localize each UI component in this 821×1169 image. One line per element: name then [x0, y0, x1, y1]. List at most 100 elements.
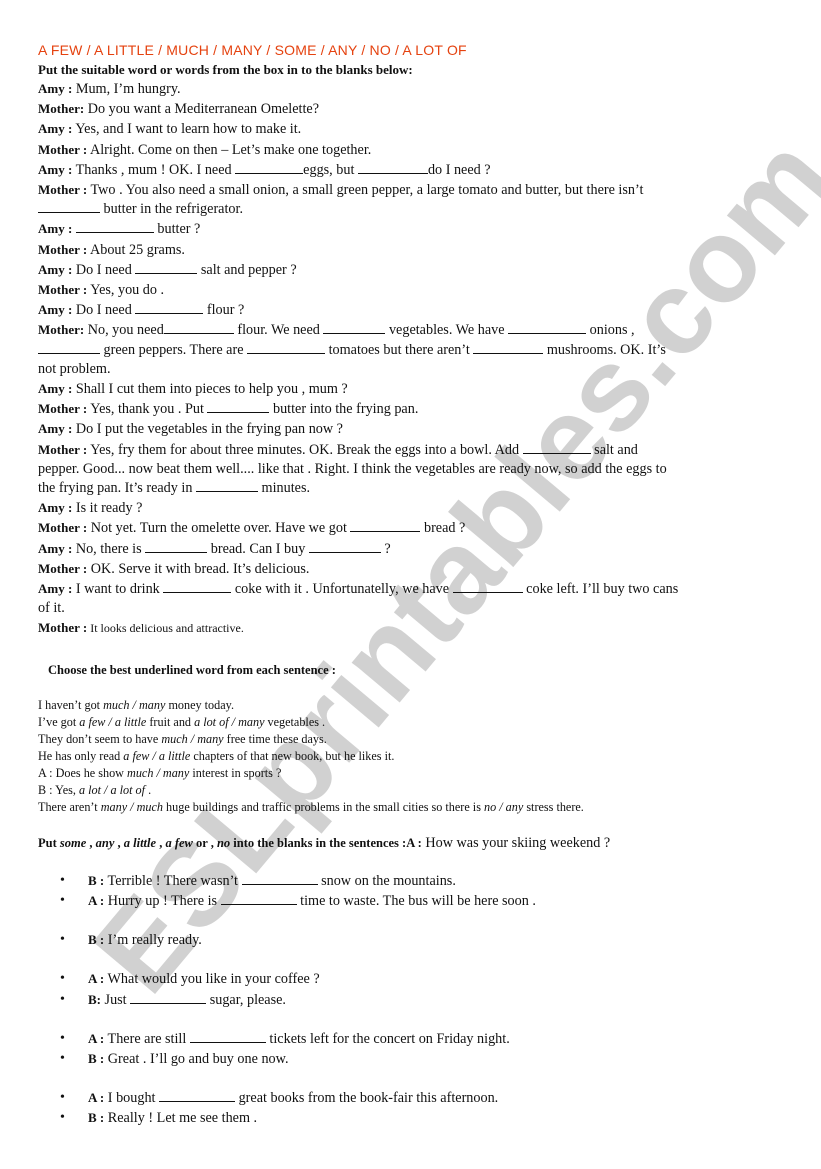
speaker-label: Mother : [38, 520, 88, 536]
choice-options[interactable]: a lot of / many [194, 715, 264, 729]
answer-blank[interactable] [163, 580, 232, 594]
choice-sentence: B : Yes, a lot / a lot of . [38, 782, 783, 799]
item-text: I bought [104, 1090, 160, 1107]
answer-blank[interactable] [189, 1030, 266, 1043]
sentence-text: . [145, 782, 152, 797]
speaker-label: Amy : [38, 302, 73, 318]
answer-blank[interactable] [473, 341, 544, 354]
answer-blank[interactable] [130, 991, 207, 1004]
dialogue-line: Mother : Alright. Come on then – Let’s m… [38, 140, 783, 160]
dialogue-text: About 25 grams. [87, 241, 185, 258]
answer-blank[interactable] [220, 892, 297, 905]
answer-blank[interactable] [163, 321, 234, 335]
dialogue-text: Do I put the vegetables in the frying pa… [72, 421, 343, 438]
option-word: some [59, 835, 87, 850]
dialogue-text: ? [380, 540, 391, 557]
choice-options[interactable]: much / many [127, 766, 189, 780]
answer-blank[interactable] [323, 321, 386, 335]
item-text: sugar, please. [206, 991, 286, 1008]
dialogue-text: butter ? [153, 221, 201, 238]
item-text: What would you like in your coffee ? [104, 971, 320, 988]
choice-options[interactable]: a few / a little [79, 715, 146, 729]
sentence-text: vegetables . [264, 714, 326, 729]
speaker-label: Mother : [38, 241, 88, 257]
dialogue-line: Amy : I want to drink coke with it . Unf… [38, 579, 783, 599]
answer-blank[interactable] [508, 321, 587, 335]
instruction-text: Put [38, 835, 60, 850]
choose-sentences: I haven’t got much / many money today. I’… [38, 697, 783, 816]
dialogue-text: butter into the frying pan. [269, 401, 419, 418]
answer-blank[interactable] [159, 1089, 236, 1103]
choice-sentence: I’ve got a few / a little fruit and a lo… [38, 714, 783, 731]
item-text: tickets left for the concert on Friday n… [265, 1030, 510, 1047]
exercise-item: A : There are still tickets left for the… [60, 1029, 783, 1049]
dialogue-text: bread ? [420, 520, 466, 537]
speaker-label: Mother : [38, 401, 88, 417]
item-text: Really ! Let me see them . [104, 1110, 258, 1127]
section3-instruction: Put some , any , a little , a few or , n… [38, 834, 783, 853]
answer-blank[interactable] [357, 161, 428, 174]
dialogue-text: Do I need [72, 302, 136, 319]
option-word: a few [165, 835, 193, 850]
dialogue-line: Amy : Thanks , mum ! OK. I need eggs, bu… [38, 160, 783, 180]
choice-options[interactable]: much / many [161, 732, 223, 746]
answer-blank[interactable] [135, 261, 198, 274]
sentence-text: chapters of that new book, but he likes … [190, 748, 395, 763]
answer-blank[interactable] [241, 872, 318, 885]
dialogue-line: not problem. [38, 360, 783, 379]
sentence-text: He has only read [38, 748, 124, 763]
item-text: There are still [104, 1030, 190, 1047]
dialogue-line: pepper. Good... now beat them well.... l… [38, 460, 783, 479]
dialogue-line: Mother : Two . You also need a small oni… [38, 180, 783, 200]
dialogue-line: Amy : Is it ready ? [38, 498, 783, 518]
answer-blank[interactable] [235, 161, 304, 174]
section2-instruction: Choose the best underlined word from eac… [48, 662, 336, 677]
answer-blank[interactable] [350, 519, 421, 533]
sentence-text: I’ve got [38, 714, 80, 729]
choice-options[interactable]: no / any [484, 800, 523, 814]
answer-blank[interactable] [38, 200, 100, 214]
item-text: Hurry up ! There is [104, 892, 221, 909]
answer-blank[interactable] [38, 341, 100, 354]
exercise-item: B : Great . I’ll go and buy one now. [60, 1049, 783, 1069]
dialogue-line: the frying pan. It’s ready in minutes. [38, 479, 783, 498]
choice-options[interactable]: a few / a little [123, 749, 190, 763]
choice-options[interactable]: a lot / a lot of [79, 783, 145, 797]
dialogue-text: the frying pan. It’s ready in [38, 480, 196, 497]
dialogue-line: Mother : It looks delicious and attracti… [38, 618, 783, 638]
choice-options[interactable]: many / much [101, 800, 163, 814]
answer-blank[interactable] [207, 400, 270, 414]
exercise-item: A : What would you like in your coffee ? [60, 969, 783, 989]
item-text: great books from the book-fair this afte… [235, 1090, 499, 1107]
answer-blank[interactable] [135, 301, 204, 315]
item-text: Just [101, 991, 131, 1008]
instruction-text: into the blanks in the sentences : [230, 835, 407, 850]
worksheet: A FEW / A LITTLE / MUCH / MANY / SOME / … [38, 40, 783, 1129]
item-text: snow on the mountains. [317, 872, 456, 889]
answer-blank[interactable] [196, 479, 258, 493]
dialogue-text: coke with it . Unfortunatelly, we have [231, 581, 453, 598]
dialogue-text: flour ? [203, 302, 245, 319]
dialogue-text: Thanks , mum ! OK. I need [72, 161, 236, 178]
dialogue-line: Amy : Shall I cut them into pieces to he… [38, 379, 783, 399]
speaker-label: Amy : [38, 500, 73, 516]
item-text: Great . I’ll go and buy one now. [104, 1050, 289, 1067]
speaker-label: A : [88, 1090, 105, 1106]
exercise-item: B : Terrible ! There wasn’t snow on the … [60, 871, 783, 891]
dialogue-line: Amy : Mum, I’m hungry. [38, 79, 783, 99]
dialogue-line: of it. [38, 599, 783, 618]
speaker-label: B : [88, 1110, 105, 1126]
answer-blank[interactable] [522, 441, 591, 454]
dialogue-text: onions , [586, 322, 635, 339]
speaker-label: Amy : [38, 581, 73, 597]
answer-blank[interactable] [452, 580, 523, 594]
answer-blank[interactable] [145, 540, 208, 553]
answer-blank[interactable] [247, 341, 326, 354]
answer-blank[interactable] [308, 540, 381, 553]
speaker-label: A : [88, 1030, 105, 1046]
dialogue-line: Amy : Do I need salt and pepper ? [38, 260, 783, 280]
exercise-item: A : I bought great books from the book-f… [60, 1088, 783, 1108]
choice-options[interactable]: much / many [103, 698, 165, 712]
exercise-item: A : Hurry up ! There is time to waste. T… [60, 891, 783, 911]
answer-blank[interactable] [75, 220, 154, 234]
